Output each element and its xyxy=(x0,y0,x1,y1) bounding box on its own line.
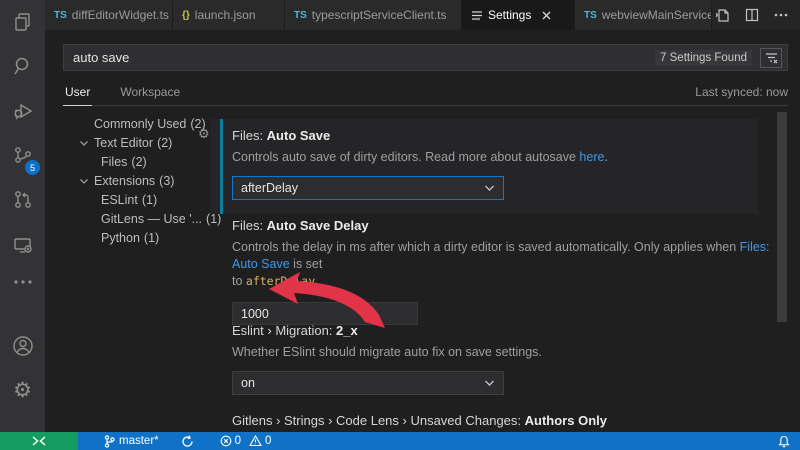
split-editor-icon[interactable] xyxy=(745,8,759,22)
settings-list: ⚙ Files: Auto Save Controls auto save of… xyxy=(198,105,785,432)
settings-found-count: 7 Settings Found xyxy=(655,49,752,66)
toc-item-extensions[interactable]: Extensions (3) xyxy=(55,171,213,190)
setting-files-auto-save: Files: Auto Save Controls auto save of d… xyxy=(210,119,758,214)
setting-gitlens-codelens: Gitlens › Strings › Code Lens › Unsaved … xyxy=(210,413,607,428)
auto-save-delay-input[interactable]: 1000 xyxy=(232,302,418,325)
typescript-file-icon: TS xyxy=(54,9,67,21)
eslint-migration-dropdown[interactable]: on xyxy=(232,371,504,395)
github-pr-icon[interactable] xyxy=(0,180,45,220)
status-bar: master* 0 0 xyxy=(0,432,800,450)
last-synced-label: Last synced: now xyxy=(695,85,788,99)
setting-title: Files: Auto Save Delay xyxy=(232,218,369,233)
settings-toc: Commonly Used (2) Text Editor (2) Files (2)… xyxy=(55,114,221,247)
errors-indicator[interactable]: 0 xyxy=(220,435,241,447)
chevron-down-icon xyxy=(485,380,494,386)
settings-scope-row: User Workspace Last synced: now xyxy=(63,79,788,106)
setting-description: Controls the delay in ms after which a d… xyxy=(232,240,770,288)
toc-item-python[interactable]: Python (1) xyxy=(55,228,213,247)
toc-item-eslint[interactable]: ESLint (1) xyxy=(55,190,213,209)
error-count: 0 xyxy=(234,435,242,447)
tab-label: Settings xyxy=(488,8,532,22)
tab-typescriptserviceclient[interactable]: TS typescriptServiceClient.ts xyxy=(285,0,462,30)
scope-tab-user[interactable]: User xyxy=(63,85,93,106)
settings-tune-icon xyxy=(471,9,483,21)
run-debug-icon[interactable] xyxy=(0,91,45,131)
settings-scrollbar[interactable] xyxy=(777,112,787,322)
error-icon xyxy=(220,435,231,447)
tab-settings[interactable]: Settings xyxy=(462,0,575,30)
settings-search-input[interactable]: auto save 7 Settings Found xyxy=(63,44,788,71)
typescript-file-icon: TS xyxy=(294,9,307,21)
close-icon[interactable] xyxy=(542,11,551,20)
tab-diffeditorwidget[interactable]: TS diffEditorWidget.ts xyxy=(45,0,173,30)
open-settings-json-icon[interactable] xyxy=(715,8,730,23)
setting-description: Whether ESlint should migrate auto fix o… xyxy=(232,345,542,359)
setting-files-auto-save-delay: Files: Auto Save Delay Controls the dela… xyxy=(210,218,780,325)
remote-icon xyxy=(32,436,46,446)
search-icon[interactable] xyxy=(0,46,45,86)
editor-actions xyxy=(715,0,800,30)
account-icon[interactable] xyxy=(0,326,45,366)
tab-bar: TS diffEditorWidget.ts {} launch.json TS… xyxy=(45,0,800,30)
auto-save-dropdown[interactable]: afterDelay xyxy=(232,176,504,200)
scope-tab-workspace[interactable]: Workspace xyxy=(118,85,182,105)
toc-item-commonly-used[interactable]: Commonly Used (2) xyxy=(55,114,213,133)
remote-indicator[interactable] xyxy=(0,432,78,450)
modified-indicator xyxy=(220,119,223,214)
settings-editor: auto save 7 Settings Found User Workspac… xyxy=(45,30,800,432)
remote-explorer-icon[interactable] xyxy=(0,226,45,266)
scm-badge: 5 xyxy=(25,160,40,175)
chevron-down-icon xyxy=(485,185,494,191)
json-file-icon: {} xyxy=(182,9,190,21)
search-query-text: auto save xyxy=(73,50,130,65)
tab-webviewmainservice[interactable]: TS webviewMainService.t xyxy=(575,0,712,30)
warning-count: 0 xyxy=(265,435,272,447)
more-views-icon[interactable] xyxy=(0,262,45,302)
setting-gear-icon[interactable]: ⚙ xyxy=(198,127,210,140)
afterdelay-code-text: afterDelay xyxy=(245,274,316,288)
manage-gear-icon[interactable]: ⚙ xyxy=(0,370,45,410)
branch-name: master* xyxy=(119,435,159,447)
setting-title: Files: Auto Save xyxy=(232,128,331,143)
typescript-file-icon: TS xyxy=(584,9,597,21)
warning-icon xyxy=(249,435,262,447)
tab-launch-json[interactable]: {} launch.json xyxy=(173,0,285,30)
source-control-icon[interactable]: 5 xyxy=(0,136,45,176)
activity-bar: 5 ⚙ xyxy=(0,0,45,432)
setting-title: Gitlens › Strings › Code Lens › Unsaved … xyxy=(232,413,607,428)
sync-icon xyxy=(182,435,193,447)
tab-label: webviewMainService.t xyxy=(601,8,712,22)
toc-item-gitlens[interactable]: GitLens — Use '... (1) xyxy=(55,209,221,228)
warnings-indicator[interactable]: 0 xyxy=(249,435,271,447)
autosave-here-link[interactable]: here xyxy=(579,150,604,164)
setting-description: Controls auto save of dirty editors. Rea… xyxy=(232,150,608,164)
setting-eslint-migration: Eslint › Migration: 2_x Whether ESlint s… xyxy=(210,323,780,395)
bell-icon xyxy=(778,435,790,447)
branch-icon xyxy=(104,434,115,448)
chevron-down-icon xyxy=(80,140,88,146)
tab-label: launch.json xyxy=(194,8,256,22)
clear-filters-icon[interactable] xyxy=(760,47,782,68)
tab-label: diffEditorWidget.ts xyxy=(71,8,169,22)
notifications-bell[interactable] xyxy=(778,435,790,448)
branch-indicator[interactable]: master* xyxy=(104,434,159,448)
more-actions-icon[interactable] xyxy=(774,13,788,17)
toc-item-text-editor[interactable]: Text Editor (2) xyxy=(55,133,213,152)
tab-label: typescriptServiceClient.ts xyxy=(311,8,447,22)
explorer-icon[interactable] xyxy=(0,2,45,42)
chevron-down-icon xyxy=(80,178,88,184)
toc-item-files[interactable]: Files (2) xyxy=(55,152,213,171)
sync-button[interactable] xyxy=(181,435,194,448)
setting-title: Eslint › Migration: 2_x xyxy=(232,323,358,338)
